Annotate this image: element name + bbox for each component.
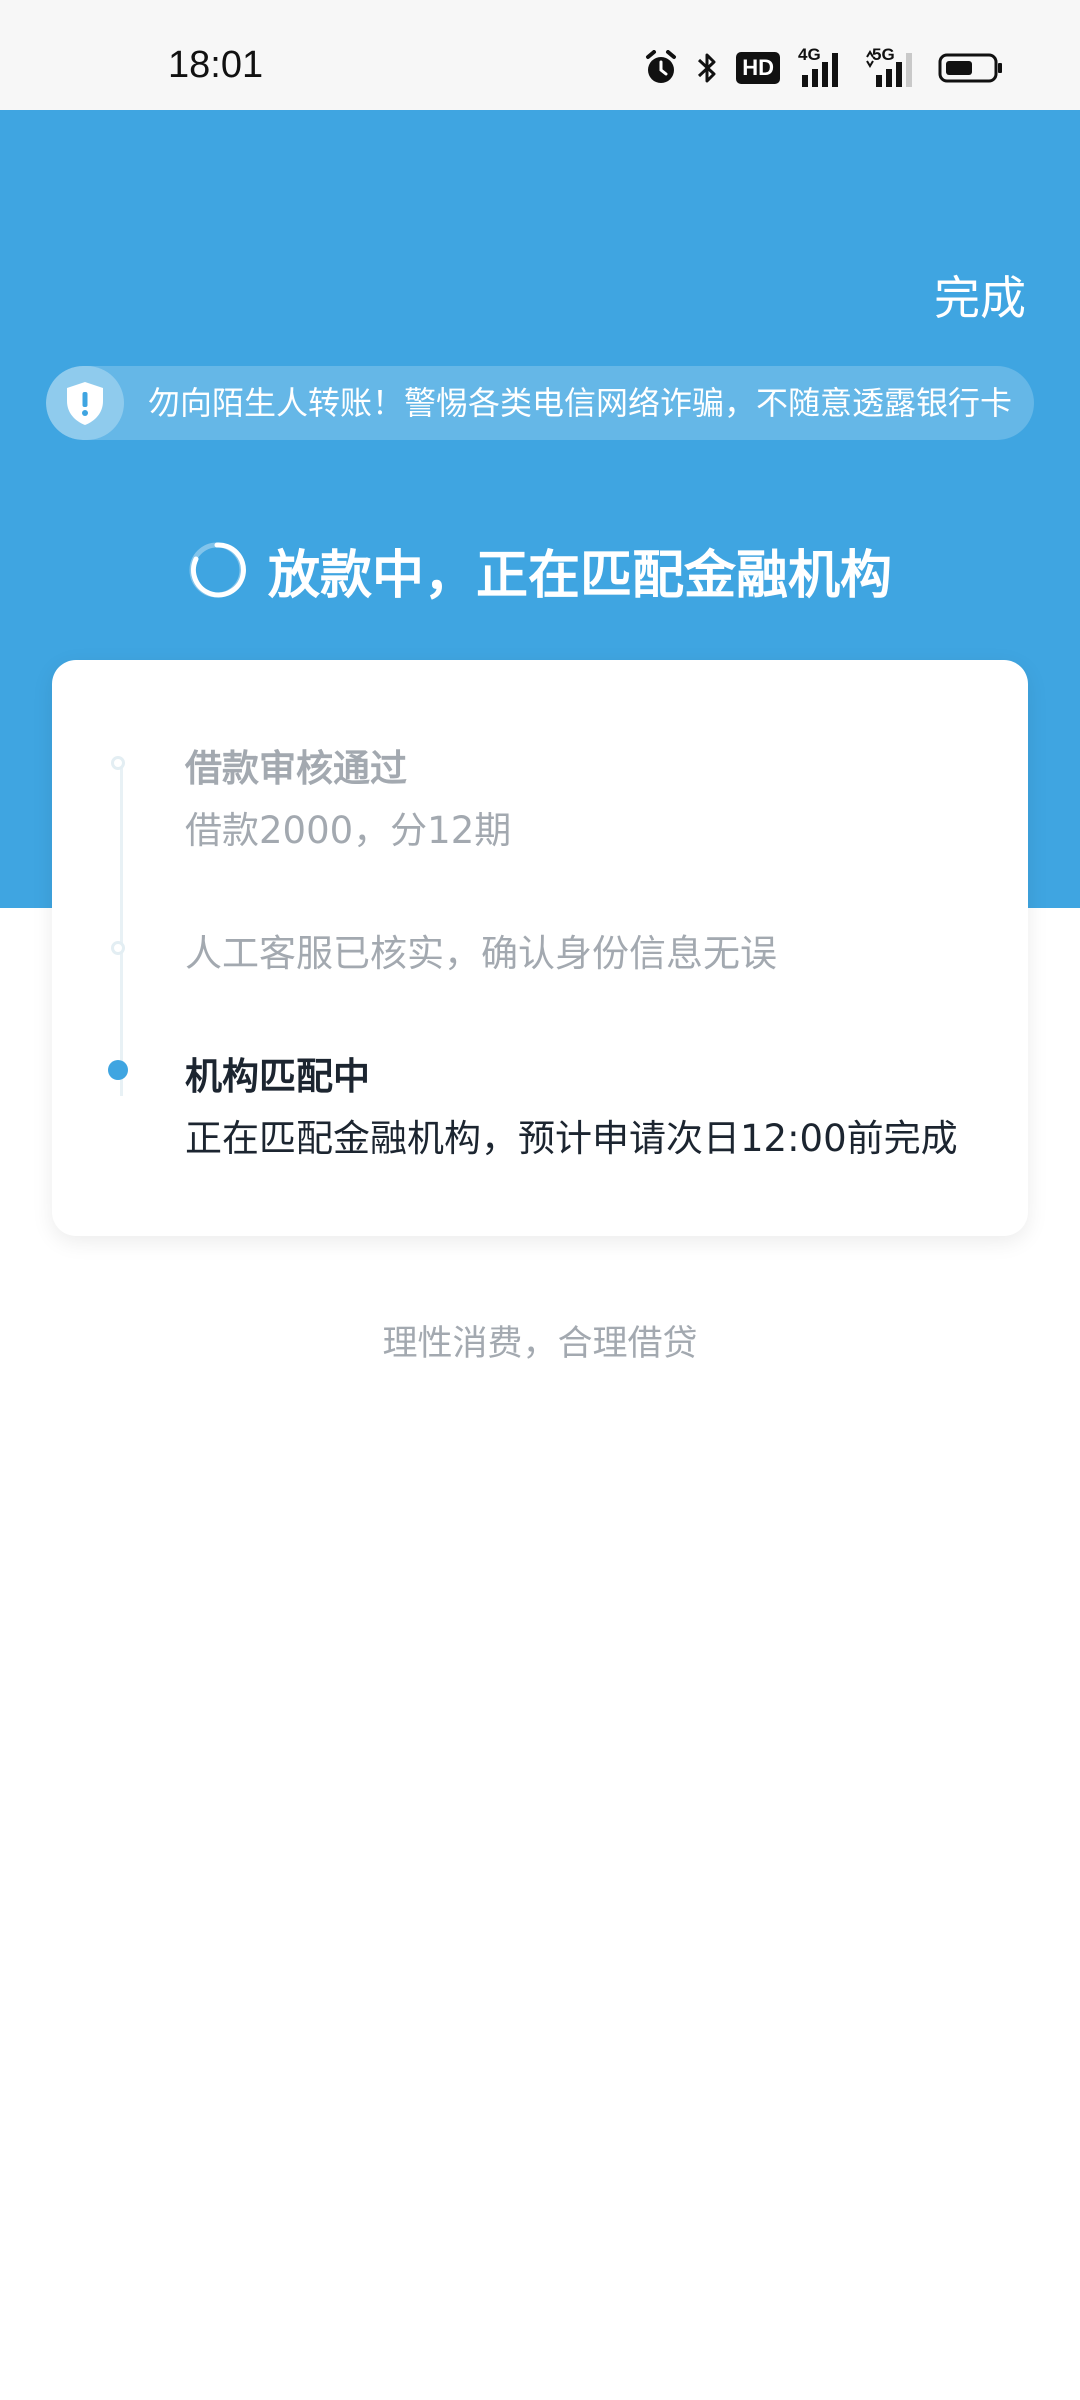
step-dot-done	[111, 941, 125, 955]
loading-spinner-icon	[189, 542, 246, 598]
step-dot-done	[111, 756, 125, 770]
battery-icon	[938, 53, 1002, 83]
footer-note: 理性消费，合理借贷	[382, 1324, 698, 1364]
bluetooth-icon	[698, 53, 716, 83]
step-title: 人工客服已核实，确认身份信息无误	[185, 932, 777, 975]
fraud-warning-bar: 勿向陌生人转账！警惕各类电信网络诈骗，不随意透露银行卡	[46, 366, 1034, 440]
hd-icon: HD	[736, 52, 780, 84]
step-subtitle: 正在匹配金融机构，预计申请次日12:00前完成	[185, 1117, 958, 1160]
shield-icon	[67, 382, 103, 425]
step-dot-active	[108, 1060, 128, 1080]
status-title: 放款中，正在匹配金融机构	[267, 545, 892, 606]
5g-signal-icon: 5G	[864, 45, 920, 87]
step-subtitle: 借款2000，分12期	[185, 809, 512, 852]
done-button[interactable]: 完成	[934, 262, 1026, 328]
status-time: 18:01	[168, 44, 264, 86]
fraud-warning-text: 勿向陌生人转账！警惕各类电信网络诈骗，不随意透露银行卡	[148, 384, 1013, 422]
status-bar: 18:01 HD 4G 5G	[0, 0, 1080, 110]
shield-icon-wrap	[46, 366, 124, 440]
progress-card: 借款审核通过 借款2000，分12期 人工客服已核实，确认身份信息无误 机构匹配…	[52, 660, 1028, 1236]
4g-signal-icon: 4G	[798, 45, 846, 87]
step-title: 机构匹配中	[185, 1055, 370, 1098]
timeline-line	[120, 764, 123, 1096]
hd-label: HD	[742, 55, 774, 80]
status-icons: HD 4G 5G	[644, 45, 1004, 88]
step-title: 借款审核通过	[185, 747, 407, 790]
status-title-row: 放款中，正在匹配金融机构	[0, 530, 1080, 610]
alarm-icon	[646, 50, 677, 83]
